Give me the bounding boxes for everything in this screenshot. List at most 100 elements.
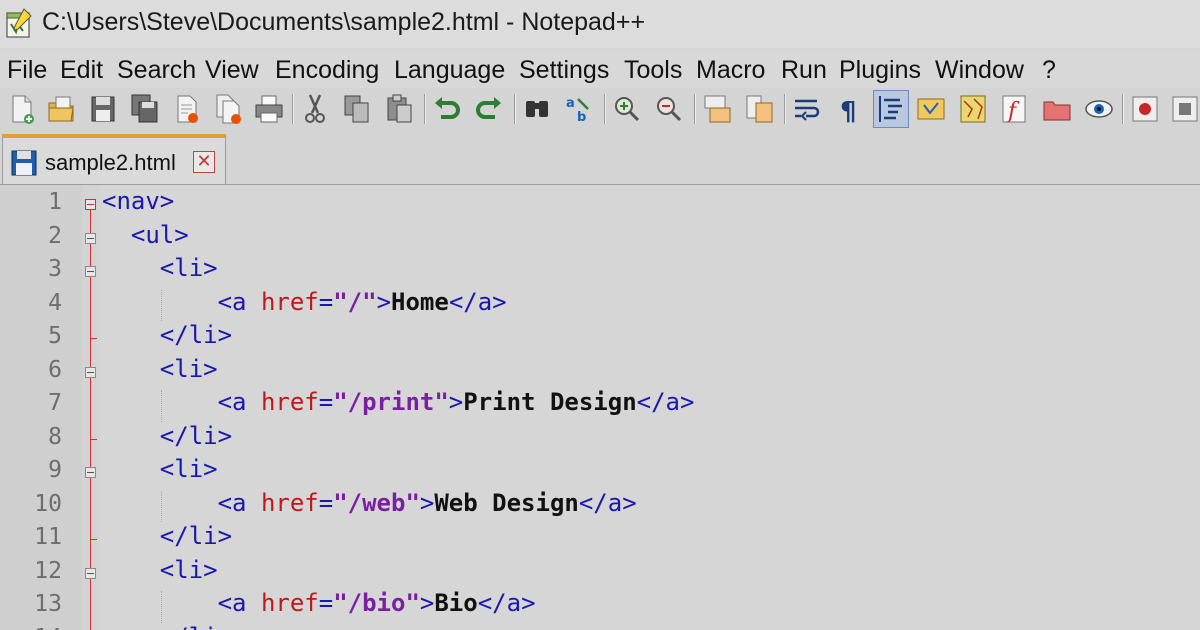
fold-toggle[interactable] [85,366,96,378]
function-list-icon[interactable]: f [998,91,1032,127]
window-title: C:\Users\Steve\Documents\sample2.html - … [42,8,646,36]
print-icon[interactable] [252,91,286,127]
svg-text:a: a [566,96,575,111]
fold-end-marker [91,539,97,540]
fold-toggle[interactable] [85,467,96,478]
code-editor[interactable]: <nav> <ul> <li> <a href="/">Home</a> </l… [0,185,1200,630]
close-all-icon[interactable] [212,91,246,127]
fold-toggle[interactable] [85,567,96,579]
user-language-icon[interactable] [914,91,948,127]
menu-file[interactable]: File [7,56,47,85]
fold-toggle[interactable] [85,266,96,277]
code-line[interactable]: <a href="/print">Print Design</a> [102,388,695,416]
code-token-tag: <li> [159,555,218,584]
code-token-txt: Bio [434,589,478,617]
fold-toggle[interactable] [85,232,96,244]
menu-settings[interactable]: Settings [519,56,609,85]
replace-icon[interactable]: ab [562,91,596,127]
tab-sample2-html[interactable]: sample2.html ✕ [2,134,226,184]
folder-as-workspace-icon[interactable] [1040,91,1074,127]
menu-view[interactable]: View [205,56,259,85]
indent-guide [160,591,162,623]
word-wrap-icon[interactable] [790,91,824,127]
code-token-tag: </li> [160,623,232,630]
fold-toggle[interactable] [85,199,96,210]
indent-guide-icon[interactable] [873,90,909,128]
code-line[interactable]: <ul> [102,221,189,249]
toolbar: ab ¶ f [0,88,1200,132]
code-token-str: "/print" [333,388,449,416]
save-all-icon[interactable] [128,91,162,127]
line-number: 8 [48,423,62,450]
code-token-tag: = [318,589,334,617]
menu-window[interactable]: Window [935,56,1024,85]
undo-icon[interactable] [430,91,464,127]
code-token-tag: <a [217,287,261,316]
copy-icon[interactable] [340,91,374,127]
find-icon[interactable] [520,91,554,127]
show-all-characters-icon[interactable]: ¶ [832,91,866,127]
menu-plugins[interactable]: Plugins [839,56,921,85]
sync-horizontal-icon[interactable] [742,91,776,127]
menu-language[interactable]: Language [394,56,505,85]
code-token-tag: > [419,488,435,517]
code-token-tag: </li> [159,421,233,450]
line-number: 10 [34,490,62,517]
code-token-tag: </li> [159,321,233,349]
zoom-in-icon[interactable] [610,91,644,127]
menu-search[interactable]: Search [117,56,196,85]
code-line[interactable]: <li> [102,355,218,383]
code-line[interactable]: <nav> [102,187,174,215]
code-line[interactable]: <a href="/web">Web Design</a> [102,489,637,517]
code-line[interactable]: <a href="/">Home</a> [102,288,507,316]
line-number: 1 [48,189,62,215]
paste-icon[interactable] [382,91,416,127]
code-token-tag: <li> [159,455,218,483]
monitoring-icon[interactable] [1082,91,1116,127]
menu-tools[interactable]: Tools [624,56,682,85]
menu-run[interactable]: Run [781,56,827,85]
menu-edit[interactable]: Edit [60,56,103,85]
fold-end-marker [91,438,97,440]
code-token-tag: </a> [578,488,637,517]
code-line[interactable]: <li> [102,254,218,282]
menu-help[interactable]: ? [1042,56,1056,85]
close-icon[interactable] [170,91,204,127]
record-macro-icon[interactable] [1128,91,1162,127]
saved-file-icon [11,150,37,176]
code-line[interactable]: </li> [102,522,232,550]
new-file-icon[interactable] [5,91,39,127]
line-number: 12 [34,557,62,584]
line-number: 4 [48,289,62,316]
title-bar: C:\Users\Steve\Documents\sample2.html - … [0,0,1200,48]
document-map-icon[interactable] [956,91,990,127]
code-line[interactable]: <li> [102,556,218,584]
code-token-tag: </a> [477,589,536,617]
code-line[interactable]: </li> [102,422,232,450]
code-line[interactable]: </li> [102,623,232,630]
code-token-tag: <nav> [102,187,175,215]
cut-icon[interactable] [298,91,332,127]
redo-icon[interactable] [472,91,506,127]
code-line[interactable]: <li> [102,455,218,483]
stop-recording-icon[interactable] [1168,91,1200,127]
code-line[interactable]: <a href="/bio">Bio</a> [102,589,536,617]
menu-encoding[interactable]: Encoding [275,56,379,85]
menu-macro[interactable]: Macro [696,56,765,85]
zoom-out-icon[interactable] [652,91,686,127]
open-file-icon[interactable] [44,91,78,127]
sync-vertical-icon[interactable] [700,91,734,127]
tab-close-icon[interactable]: ✕ [193,151,215,173]
code-line[interactable]: </li> [102,321,232,349]
fold-margin[interactable] [82,185,100,630]
code-token-tag: </a> [636,388,695,416]
code-token-tag: <a [217,388,261,416]
save-icon[interactable] [86,91,120,127]
code-token-tag: > [376,287,392,316]
code-token-str: "/" [333,287,377,316]
